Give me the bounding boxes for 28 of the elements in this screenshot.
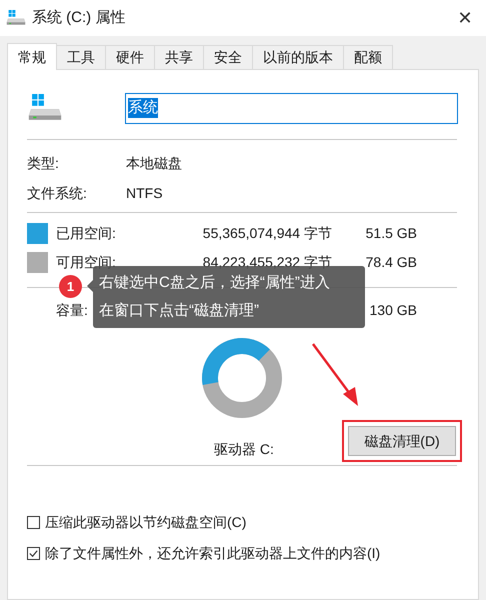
- field-label: 类型:: [27, 154, 60, 172]
- size-value: 78.4 GB: [364, 253, 417, 272]
- field-value: 本地磁盘: [126, 154, 182, 172]
- drive-label: 驱动器 C:: [214, 440, 274, 458]
- byte-count: 55,365,074,944 字节: [202, 224, 332, 243]
- checkbox[interactable]: [27, 516, 40, 529]
- drive-icon: [6, 10, 26, 26]
- size-value: 51.5 GB: [364, 224, 417, 243]
- pointer-arrow: [312, 343, 358, 406]
- checkbox-label: 压缩此驱动器以节约磁盘空间(C): [45, 513, 246, 532]
- tab[interactable]: 常规: [7, 43, 57, 70]
- field-value: NTFS: [126, 184, 163, 202]
- space-label: 已用空间:: [56, 224, 116, 243]
- drive-icon: [27, 94, 63, 122]
- tooltip-text: 右键选中C盘之后，选择“属性”进入: [99, 273, 330, 293]
- tab[interactable]: 配额: [343, 45, 393, 69]
- tooltip-text: 在窗口下点击“磁盘清理”: [99, 301, 259, 321]
- disk-cleanup-button[interactable]: 磁盘清理(D): [348, 426, 456, 456]
- checkbox-label: 除了文件属性外，还允许索引此驱动器上文件的内容(I): [45, 544, 380, 563]
- size-value: 130 GB: [368, 301, 417, 320]
- space-label: 容量:: [56, 301, 88, 320]
- window-title: 系统 (C:) 属性: [32, 8, 126, 28]
- name-field[interactable]: 系统: [125, 92, 458, 124]
- byte-count: 84,223,455,232 字节: [202, 253, 332, 272]
- field-label: 文件系统:: [27, 184, 88, 202]
- close-button[interactable]: ✕: [450, 3, 480, 33]
- space-label: 可用空间:: [56, 253, 116, 272]
- checkbox[interactable]: [27, 547, 40, 560]
